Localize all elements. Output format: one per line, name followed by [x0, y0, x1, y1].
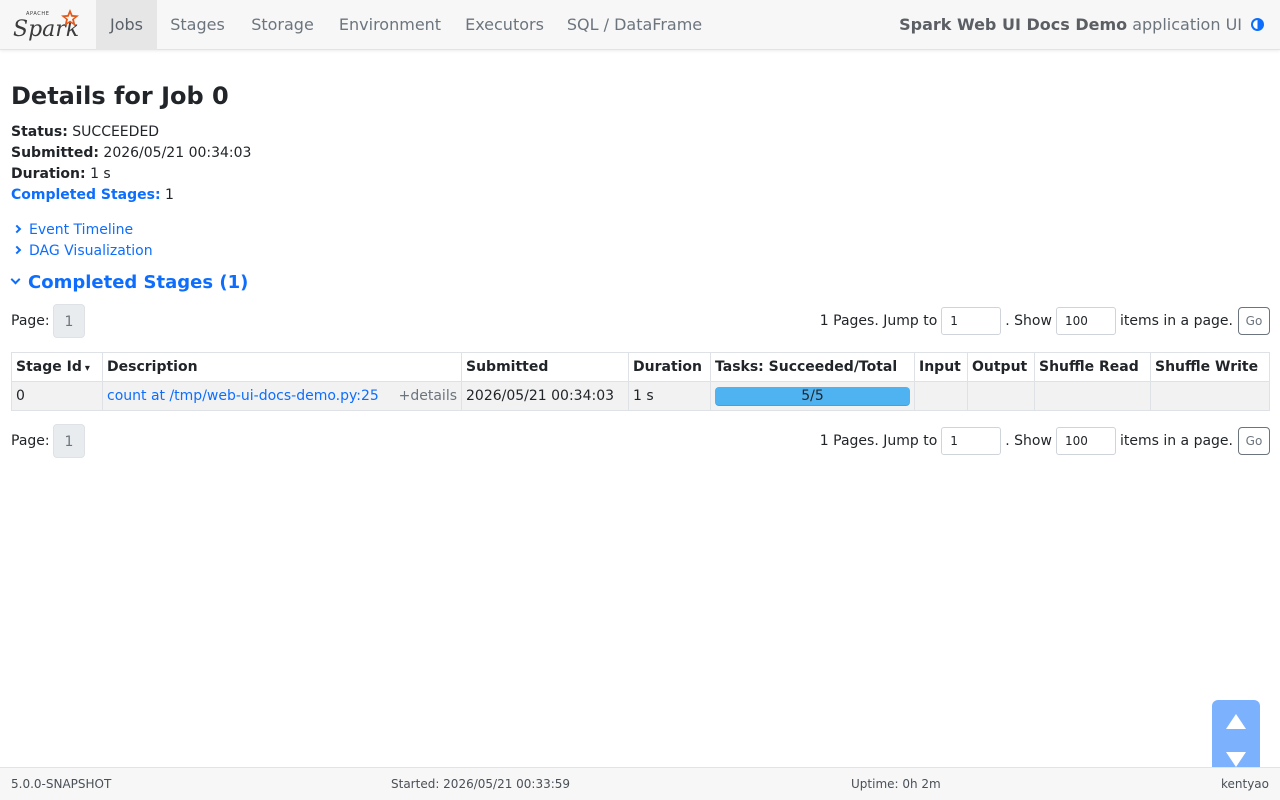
event-timeline-label: Event Timeline [29, 222, 134, 238]
user-name: kentyao [1220, 777, 1269, 791]
show-text: . Show [1005, 433, 1052, 449]
sort-desc-icon: ▾ [84, 363, 90, 374]
stage-description-link[interactable]: count at /tmp/web-ui-docs-demo.py:25 [107, 388, 379, 404]
page-title: Details for Job 0 [11, 82, 229, 110]
cell-stage-id: 0 [11, 381, 103, 411]
page-size-input[interactable] [1055, 307, 1116, 335]
show-text: . Show [1005, 313, 1052, 329]
cell-shuffle-write [1150, 381, 1270, 411]
spark-logo[interactable]: APACHE Spark [12, 7, 84, 43]
job-summary: Status: SUCCEEDED Submitted: 2026/05/21 … [11, 122, 251, 206]
go-button[interactable]: Go [1238, 427, 1270, 455]
event-timeline-toggle[interactable]: Event Timeline [11, 220, 133, 240]
jump-to-page-input[interactable] [941, 427, 1002, 455]
cell-submitted: 2026/05/21 00:34:03 [461, 381, 629, 411]
tab-stages[interactable]: Stages [157, 0, 238, 50]
pages-text: 1 Pages. Jump to [819, 313, 938, 329]
app-suffix: application UI [1132, 15, 1242, 34]
jump-to-page-input[interactable] [941, 307, 1002, 335]
app-title: Spark Web UI Docs Demo application UI [899, 0, 1242, 50]
scroll-up-icon[interactable] [1226, 714, 1246, 729]
app-name: Spark Web UI Docs Demo [899, 15, 1128, 34]
items-text: items in a page. [1119, 313, 1233, 329]
header-submitted[interactable]: Submitted [461, 352, 629, 382]
completed-stages-section-toggle[interactable]: Completed Stages (1) [10, 272, 248, 293]
scroll-down-icon[interactable] [1226, 752, 1246, 767]
completed-stages-link[interactable]: Completed Stages: [11, 187, 161, 203]
pager-top: Page: 1 1 Pages. Jump to . Show items in… [11, 304, 1270, 338]
details-toggle[interactable]: +details [399, 388, 457, 404]
status-value: SUCCEEDED [72, 124, 160, 140]
dag-visualization-toggle[interactable]: DAG Visualization [11, 241, 153, 261]
dag-visualization-label: DAG Visualization [29, 243, 153, 259]
header-stage-id[interactable]: Stage Id ▾ [11, 352, 103, 382]
pages-text: 1 Pages. Jump to [819, 433, 938, 449]
header-tasks[interactable]: Tasks: Succeeded/Total [710, 352, 915, 382]
header-description[interactable]: Description [102, 352, 462, 382]
status-label: Status: [11, 124, 68, 140]
completed-stages-heading: Completed Stages (1) [28, 272, 249, 293]
spark-version: 5.0.0-SNAPSHOT [11, 777, 112, 791]
header-duration[interactable]: Duration [628, 352, 711, 382]
tab-environment[interactable]: Environment [327, 0, 453, 50]
pager-controls: 1 Pages. Jump to . Show items in a page.… [820, 424, 1270, 458]
page-button-1[interactable]: 1 [53, 424, 85, 458]
theme-toggle-icon[interactable] [1251, 18, 1264, 31]
completed-stages-value: 1 [165, 187, 174, 203]
go-button[interactable]: Go [1238, 307, 1270, 335]
cell-output [967, 381, 1035, 411]
footer: 5.0.0-SNAPSHOT Started: 2026/05/21 00:33… [0, 767, 1280, 800]
cell-tasks: 5/5 [710, 381, 915, 411]
page-button-1[interactable]: 1 [53, 304, 85, 338]
completed-stages-table: Stage Id ▾ Description Submitted Duration… [11, 352, 1270, 411]
pager-bottom: Page: 1 1 Pages. Jump to . Show items in… [11, 424, 1270, 458]
tab-sql-dataframe[interactable]: SQL / DataFrame [556, 0, 713, 50]
pager-controls: 1 Pages. Jump to . Show items in a page.… [820, 304, 1270, 338]
tasks-progress-bar: 5/5 [715, 386, 910, 406]
completed-stages-row: Completed Stages: 1 [11, 185, 251, 206]
page-label: Page: [11, 313, 50, 329]
page-size-input[interactable] [1055, 427, 1116, 455]
duration-label: Duration: [11, 166, 86, 182]
chevron-down-icon [10, 274, 21, 284]
cell-input [914, 381, 968, 411]
cell-description: count at /tmp/web-ui-docs-demo.py:25 +de… [102, 381, 462, 411]
page-label: Page: [11, 433, 50, 449]
cell-duration: 1 s [628, 381, 711, 411]
table-row: 0 count at /tmp/web-ui-docs-demo.py:25 +… [11, 381, 1270, 411]
duration-value: 1 s [90, 166, 111, 182]
submitted-value: 2026/05/21 00:34:03 [103, 145, 252, 161]
navbar: APACHE Spark Jobs Stages Storage Environ… [0, 0, 1280, 50]
tab-storage[interactable]: Storage [238, 0, 327, 50]
header-output[interactable]: Output [967, 352, 1035, 382]
table-header-row: Stage Id ▾ Description Submitted Duration… [11, 352, 1270, 382]
status-row: Status: SUCCEEDED [11, 122, 251, 143]
items-text: items in a page. [1119, 433, 1233, 449]
uptime: Uptime: 0h 2m [851, 777, 941, 791]
chevron-right-icon [12, 224, 22, 234]
header-shuffle-write[interactable]: Shuffle Write [1150, 352, 1270, 382]
started-time: Started: 2026/05/21 00:33:59 [391, 777, 571, 791]
header-shuffle-read[interactable]: Shuffle Read [1034, 352, 1151, 382]
tab-jobs[interactable]: Jobs [96, 0, 157, 50]
chevron-right-icon [12, 245, 22, 255]
submitted-label: Submitted: [11, 145, 99, 161]
submitted-row: Submitted: 2026/05/21 00:34:03 [11, 143, 251, 164]
cell-shuffle-read [1034, 381, 1151, 411]
duration-row: Duration: 1 s [11, 164, 251, 185]
header-input[interactable]: Input [914, 352, 968, 382]
tab-executors[interactable]: Executors [453, 0, 556, 50]
